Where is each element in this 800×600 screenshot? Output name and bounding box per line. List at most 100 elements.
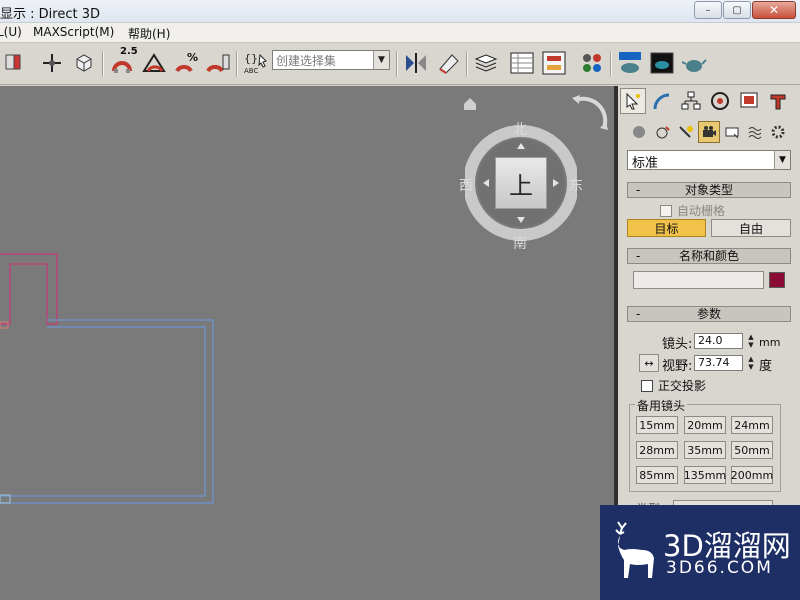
render-setup-icon[interactable]	[616, 49, 644, 77]
category-dropdown[interactable]: 标准 ▼	[627, 150, 791, 171]
lens-24mm-button[interactable]: 24mm	[731, 416, 773, 434]
fov-direction-button[interactable]: ↔	[639, 354, 659, 372]
object-type-rollout-header[interactable]: - 对象类型	[627, 182, 791, 198]
lens-85mm-button[interactable]: 85mm	[636, 466, 678, 484]
select-object-icon[interactable]	[70, 49, 98, 77]
hierarchy-tab-icon[interactable]	[678, 88, 704, 114]
target-camera-button[interactable]: 目标	[627, 219, 706, 237]
display-tab-icon[interactable]	[736, 88, 762, 114]
lens-15mm-button[interactable]: 15mm	[636, 416, 678, 434]
select-move-icon[interactable]	[38, 49, 66, 77]
systems-subtab-icon[interactable]	[767, 121, 789, 143]
schematic-view-icon[interactable]	[540, 49, 568, 77]
helpers-subtab-icon[interactable]	[721, 121, 743, 143]
parameters-title: 参数	[696, 307, 721, 321]
rendered-frame-icon[interactable]	[648, 49, 676, 77]
snap-25-icon[interactable]: 2.5	[108, 46, 138, 77]
motion-tab-icon[interactable]	[707, 88, 733, 114]
lens-spinner[interactable]: ▲ ▼	[746, 333, 756, 349]
align-icon[interactable]	[434, 49, 462, 77]
named-selection-set-value: 创建选择集	[276, 54, 337, 68]
mirror-icon[interactable]	[402, 49, 430, 77]
menu-item-help[interactable]: 帮助(H)	[128, 25, 170, 42]
edit-named-selection-icon[interactable]: {} ABC	[242, 49, 270, 77]
title-bar: 显示 : Direct 3D – ▢ ✕	[0, 0, 800, 23]
chevron-down-icon[interactable]: ▼	[774, 151, 790, 169]
command-panel-tabs	[618, 86, 800, 116]
lens-input[interactable]: 24.0	[694, 333, 743, 349]
fov-label: 视野:	[662, 359, 693, 374]
compass-east[interactable]: 东	[569, 175, 583, 195]
lights-subtab-icon[interactable]	[674, 121, 696, 143]
orthographic-checkbox-row[interactable]: 正交投影	[641, 377, 706, 394]
angle-snap-icon[interactable]	[140, 49, 168, 77]
free-camera-button[interactable]: 自由	[711, 219, 791, 237]
scene-shape-pink[interactable]	[0, 253, 58, 325]
compass-north[interactable]: 北	[513, 119, 527, 139]
autogrid-checkbox[interactable]	[660, 204, 672, 217]
collapse-icon[interactable]: -	[636, 307, 640, 321]
autogrid-checkbox-row[interactable]: 自动栅格	[660, 202, 725, 219]
menu-item-lights[interactable]: L(U)	[0, 25, 22, 39]
lens-28mm-button[interactable]: 28mm	[636, 441, 678, 459]
material-editor-icon[interactable]	[578, 49, 606, 77]
modify-tab-icon[interactable]	[649, 88, 675, 114]
lens-unit: mm	[759, 336, 781, 349]
spacewarps-subtab-icon[interactable]	[744, 121, 766, 143]
spinner-snap-icon[interactable]	[204, 49, 232, 77]
view-cube-top-face[interactable]: 上	[495, 157, 547, 209]
close-button[interactable]: ✕	[752, 1, 796, 19]
geometry-subtab-icon[interactable]	[628, 121, 650, 143]
parameters-rollout-header[interactable]: - 参数	[627, 306, 791, 322]
lens-135mm-button[interactable]: 135mm	[684, 466, 726, 484]
category-dropdown-value: 标准	[632, 156, 659, 171]
compass-west[interactable]: 西	[459, 175, 473, 195]
scene-shape-blue-outer[interactable]	[0, 319, 214, 504]
fov-unit: 度	[759, 359, 773, 374]
menu-item-maxscript[interactable]: MAXScript(M)	[33, 25, 114, 39]
orthographic-label: 正交投影	[658, 379, 707, 393]
minimize-button[interactable]: –	[694, 1, 722, 19]
object-color-swatch[interactable]	[769, 272, 785, 288]
fov-spinner[interactable]: ▲ ▼	[746, 355, 756, 371]
autogrid-label: 自动栅格	[677, 204, 726, 218]
object-type-title: 对象类型	[684, 183, 733, 197]
shapes-subtab-icon[interactable]	[651, 121, 673, 143]
object-name-field[interactable]	[633, 271, 764, 289]
lens-50mm-button[interactable]: 50mm	[731, 441, 773, 459]
menu-bar: L(U) MAXScript(M) 帮助(H)	[0, 23, 800, 43]
name-color-title: 名称和颜色	[678, 249, 739, 263]
lens-35mm-button[interactable]: 35mm	[684, 441, 726, 459]
home-icon[interactable]	[462, 96, 478, 112]
deer-logo-icon	[615, 521, 654, 578]
utilities-tab-icon[interactable]	[765, 88, 791, 114]
window-controls: – ▢ ✕	[694, 1, 796, 19]
named-selection-set-dropdown[interactable]: 创建选择集 ▼	[272, 50, 390, 70]
main-toolbar: 2.5 % {} ABC 创建选择集 ▼	[0, 43, 800, 85]
compass-south[interactable]: 南	[513, 233, 527, 253]
collapse-icon[interactable]: -	[636, 249, 640, 263]
toolbar-separator	[236, 51, 238, 77]
name-color-rollout-header[interactable]: - 名称和颜色	[627, 248, 791, 264]
curve-editor-icon[interactable]	[508, 49, 536, 77]
maximize-button[interactable]: ▢	[723, 1, 751, 19]
view-cube[interactable]: 北 南 西 东 上	[459, 122, 583, 252]
lens-20mm-button[interactable]: 20mm	[684, 416, 726, 434]
chevron-down-icon[interactable]: ▼	[373, 51, 389, 69]
collapse-icon[interactable]: -	[636, 183, 640, 197]
layer-icon[interactable]	[472, 49, 500, 77]
watermark-url: 3D66.COM	[666, 558, 773, 578]
fov-input[interactable]: 73.74	[694, 355, 743, 371]
layer-manager-icon[interactable]	[0, 49, 28, 77]
scene-shape-blue-inner[interactable]	[0, 326, 206, 497]
create-subcategory-tabs	[618, 119, 800, 145]
lens-200mm-button[interactable]: 200mm	[731, 466, 773, 484]
app-window: { "window": { "title": "显示 : Direct 3D",…	[0, 0, 800, 600]
render-teapot-icon[interactable]	[680, 49, 708, 77]
lens-label: 镜头:	[662, 337, 693, 352]
svg-text:%: %	[187, 51, 198, 64]
orthographic-checkbox[interactable]	[641, 379, 653, 392]
percent-snap-icon[interactable]: %	[172, 49, 200, 77]
cameras-subtab-icon[interactable]	[698, 121, 720, 143]
create-tab-icon[interactable]	[620, 88, 646, 114]
